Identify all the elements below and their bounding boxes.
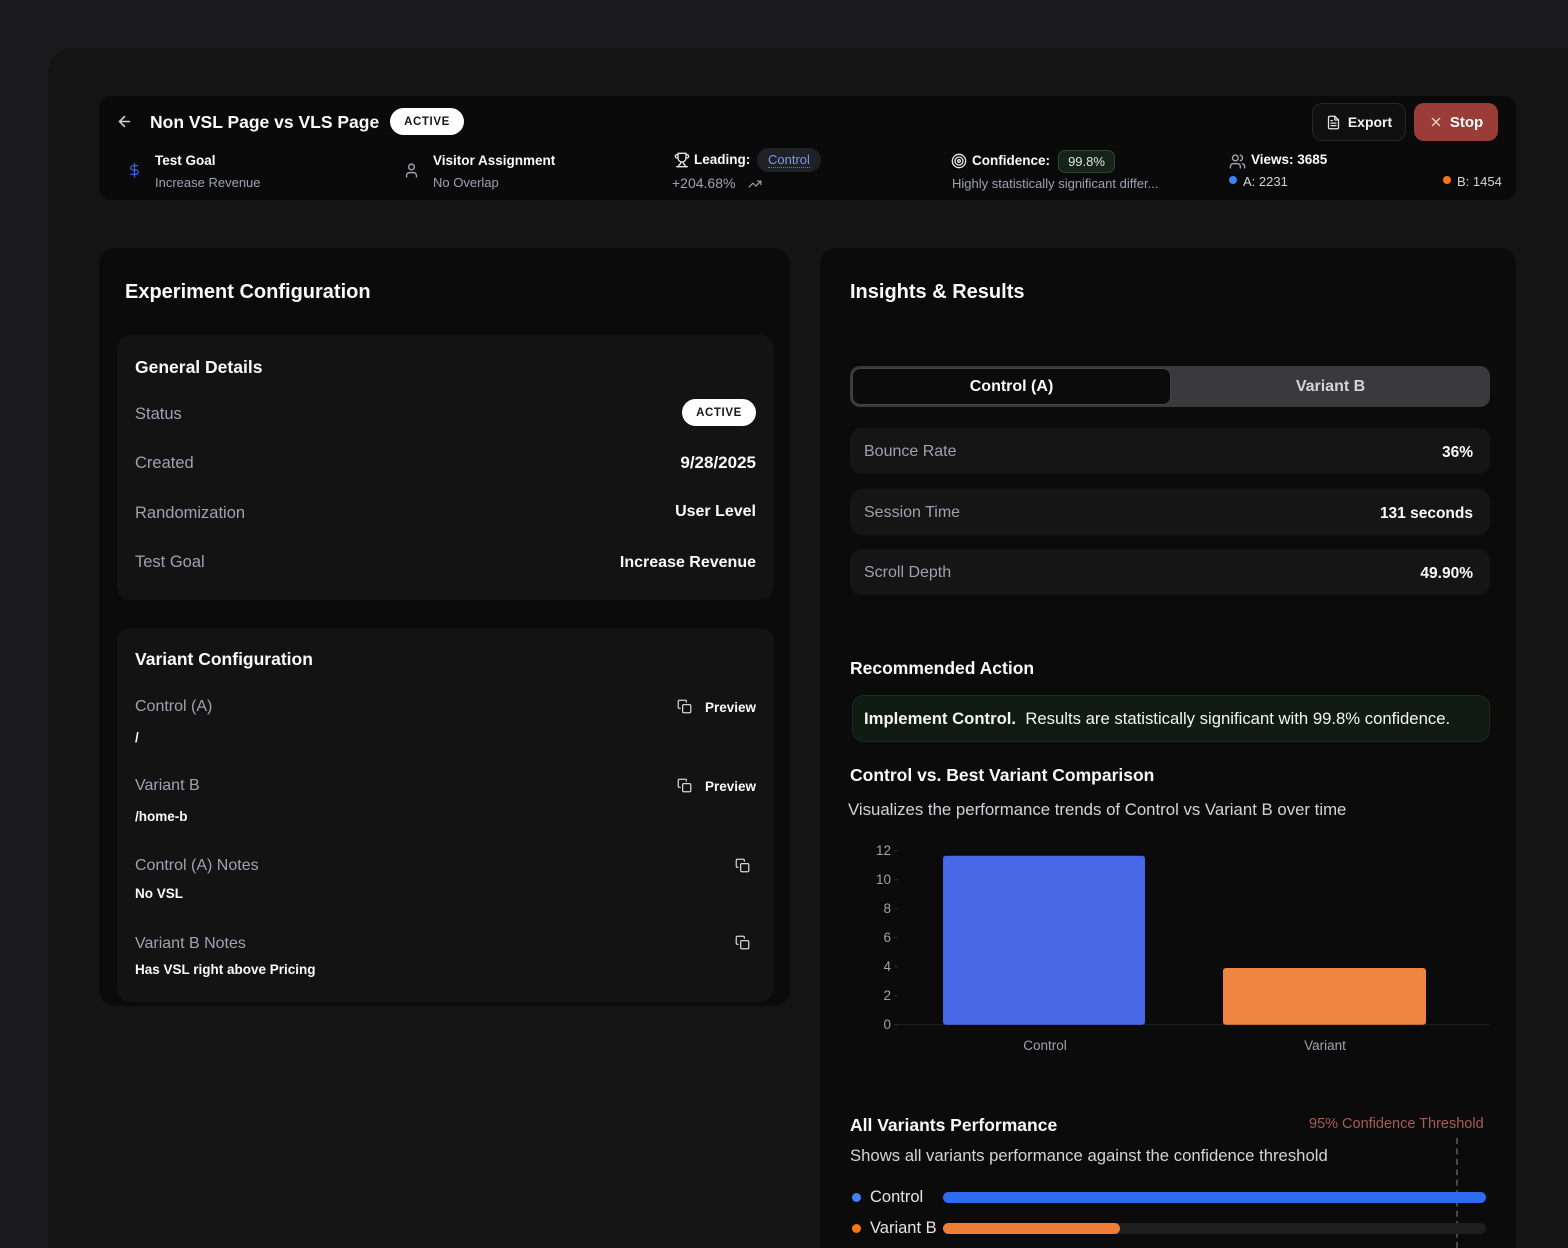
svg-text:0: 0 [883,1017,891,1032]
svg-text:8: 8 [883,901,891,916]
svg-text:Control: Control [1023,1038,1067,1053]
svg-text:6: 6 [883,930,891,945]
svg-text:Variant: Variant [1304,1038,1346,1053]
svg-text:2: 2 [883,988,891,1003]
svg-text:4: 4 [883,959,891,974]
svg-text:10: 10 [876,872,891,887]
svg-text:12: 12 [876,843,891,858]
